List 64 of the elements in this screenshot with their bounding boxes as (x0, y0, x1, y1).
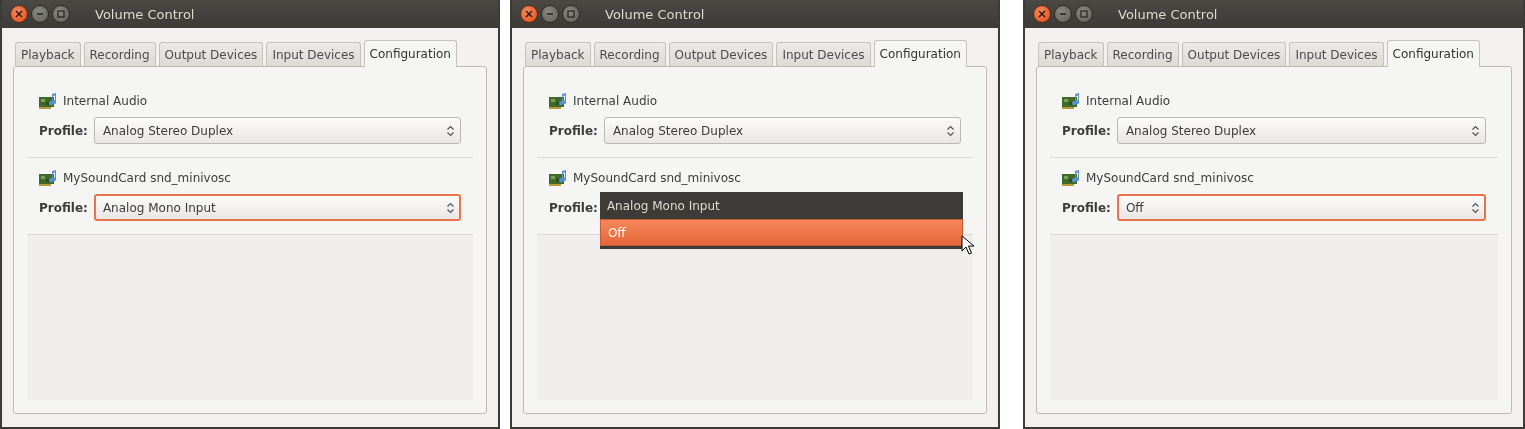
minimize-button[interactable] (541, 5, 559, 23)
up-down-arrows-icon (447, 124, 454, 137)
close-button[interactable] (1033, 5, 1051, 23)
device-name: Internal Audio (63, 94, 148, 108)
close-icon (525, 10, 533, 18)
tab[interactable]: Recording (83, 42, 156, 66)
profile-dropdown[interactable]: Analog Mono Input (93, 194, 461, 221)
profile-label: Profile: (549, 200, 598, 215)
up-down-arrows-icon (1472, 124, 1479, 137)
minimize-icon (1059, 10, 1067, 18)
close-button[interactable] (10, 5, 28, 23)
maximize-icon (1080, 10, 1088, 18)
device-name: Internal Audio (573, 94, 658, 108)
device-name: MySoundCard snd_minivosc (1086, 171, 1254, 185)
tab[interactable]: Recording (593, 42, 666, 66)
close-icon (15, 10, 23, 18)
maximize-icon (57, 10, 65, 18)
profile-dropdown[interactable]: Analog Stereo Duplex (1116, 117, 1486, 144)
sound-card-icon (549, 170, 567, 186)
sound-card-icon (1062, 170, 1080, 186)
tab[interactable]: Configuration (363, 40, 457, 67)
profile-label: Profile: (1062, 200, 1111, 215)
profile-dropdown[interactable]: Analog Stereo Duplex (603, 117, 961, 144)
maximize-icon (567, 10, 575, 18)
maximize-button[interactable] (1075, 5, 1093, 23)
sound-card-icon (39, 170, 57, 186)
tab[interactable]: Input Devices (266, 42, 361, 66)
device-name: Internal Audio (1086, 94, 1171, 108)
tab[interactable]: Output Devices (668, 42, 774, 66)
device-name: MySoundCard snd_minivosc (63, 171, 231, 185)
minimize-icon (36, 10, 44, 18)
up-down-arrows-icon (1472, 201, 1479, 214)
window-title: Volume Control (605, 6, 705, 22)
tab[interactable]: Input Devices (776, 42, 871, 66)
tab[interactable]: Playback (525, 42, 591, 66)
tab[interactable]: Recording (1106, 42, 1179, 66)
tab[interactable]: Playback (1038, 42, 1104, 66)
sound-card-icon (39, 93, 57, 109)
minimize-button[interactable] (31, 5, 49, 23)
profile-label: Profile: (39, 123, 88, 138)
profile-label: Profile: (549, 123, 598, 138)
tab[interactable]: Playback (15, 42, 81, 66)
device-name: MySoundCard snd_minivosc (573, 171, 741, 185)
tab[interactable]: Input Devices (1289, 42, 1384, 66)
tab[interactable]: Output Devices (158, 42, 264, 66)
window-title: Volume Control (95, 6, 195, 22)
window-title: Volume Control (1118, 6, 1218, 22)
profile-dropdown[interactable]: Analog Stereo Duplex (93, 117, 461, 144)
maximize-button[interactable] (52, 5, 70, 23)
sound-card-icon (1062, 93, 1080, 109)
maximize-button[interactable] (562, 5, 580, 23)
profile-label: Profile: (39, 200, 88, 215)
tab[interactable]: Output Devices (1181, 42, 1287, 66)
sound-card-icon (549, 93, 567, 109)
tab[interactable]: Configuration (1386, 40, 1480, 67)
up-down-arrows-icon (947, 124, 954, 137)
profile-label: Profile: (1062, 123, 1111, 138)
minimize-button[interactable] (1054, 5, 1072, 23)
up-down-arrows-icon (447, 201, 454, 214)
close-icon (1038, 10, 1046, 18)
close-button[interactable] (520, 5, 538, 23)
profile-dropdown[interactable]: Off (1116, 194, 1486, 221)
minimize-icon (546, 10, 554, 18)
tab[interactable]: Configuration (873, 40, 967, 67)
